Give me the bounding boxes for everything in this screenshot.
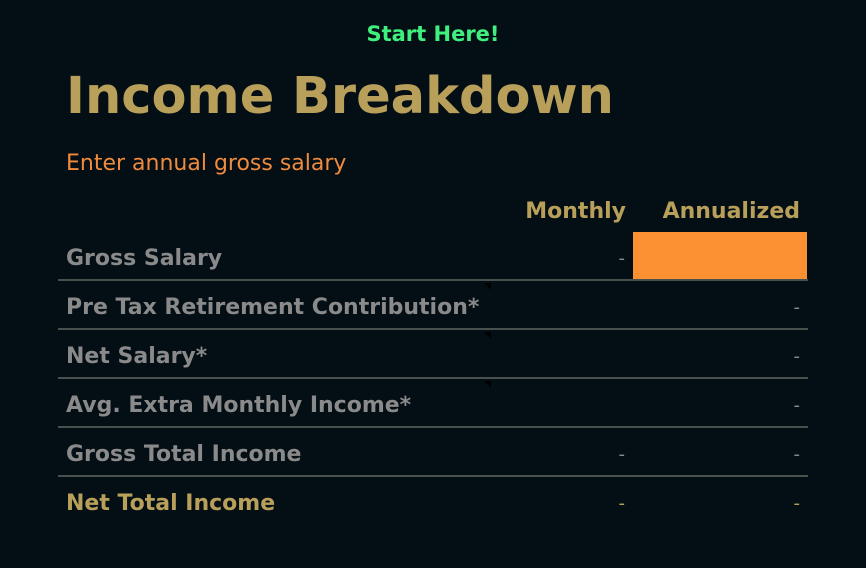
- row-gross-total-income: Gross Total Income - -: [58, 428, 808, 477]
- row-label-avg-extra-income: Avg. Extra Monthly Income*: [66, 393, 412, 418]
- row-label-net-salary: Net Salary*: [66, 344, 208, 369]
- row-net-salary: Net Salary* -: [58, 330, 808, 379]
- gross-total-income-monthly: -: [618, 444, 626, 465]
- gross-salary-input[interactable]: [633, 232, 807, 279]
- row-gross-salary: Gross Salary -: [58, 232, 808, 281]
- note-indicator: [484, 381, 491, 388]
- row-net-total-income: Net Total Income - -: [58, 477, 808, 524]
- row-pre-tax-retirement: Pre Tax Retirement Contribution* -: [58, 281, 808, 330]
- net-total-income-monthly: -: [618, 493, 626, 514]
- gross-salary-monthly: -: [618, 248, 626, 269]
- income-table: Gross Salary - Pre Tax Retirement Contri…: [58, 232, 808, 524]
- note-indicator: [484, 332, 491, 339]
- avg-extra-income-annualized: -: [793, 395, 801, 416]
- note-indicator: [484, 283, 491, 290]
- start-here-label: Start Here!: [366, 22, 500, 46]
- page-title: Income Breakdown: [66, 67, 614, 126]
- column-header-annualized: Annualized: [662, 199, 800, 224]
- gross-total-income-annualized: -: [793, 444, 801, 465]
- instruction-text: Enter annual gross salary: [66, 151, 347, 176]
- row-avg-extra-income: Avg. Extra Monthly Income* -: [58, 379, 808, 428]
- row-label-gross-total-income: Gross Total Income: [66, 442, 302, 467]
- net-salary-annualized: -: [793, 346, 801, 367]
- net-total-income-annualized: -: [793, 493, 801, 514]
- row-label-gross-salary: Gross Salary: [66, 246, 223, 271]
- row-label-net-total-income: Net Total Income: [66, 491, 276, 516]
- row-label-pre-tax-retirement: Pre Tax Retirement Contribution*: [66, 295, 480, 320]
- pre-tax-retirement-annualized: -: [793, 297, 801, 318]
- column-header-monthly: Monthly: [525, 199, 626, 224]
